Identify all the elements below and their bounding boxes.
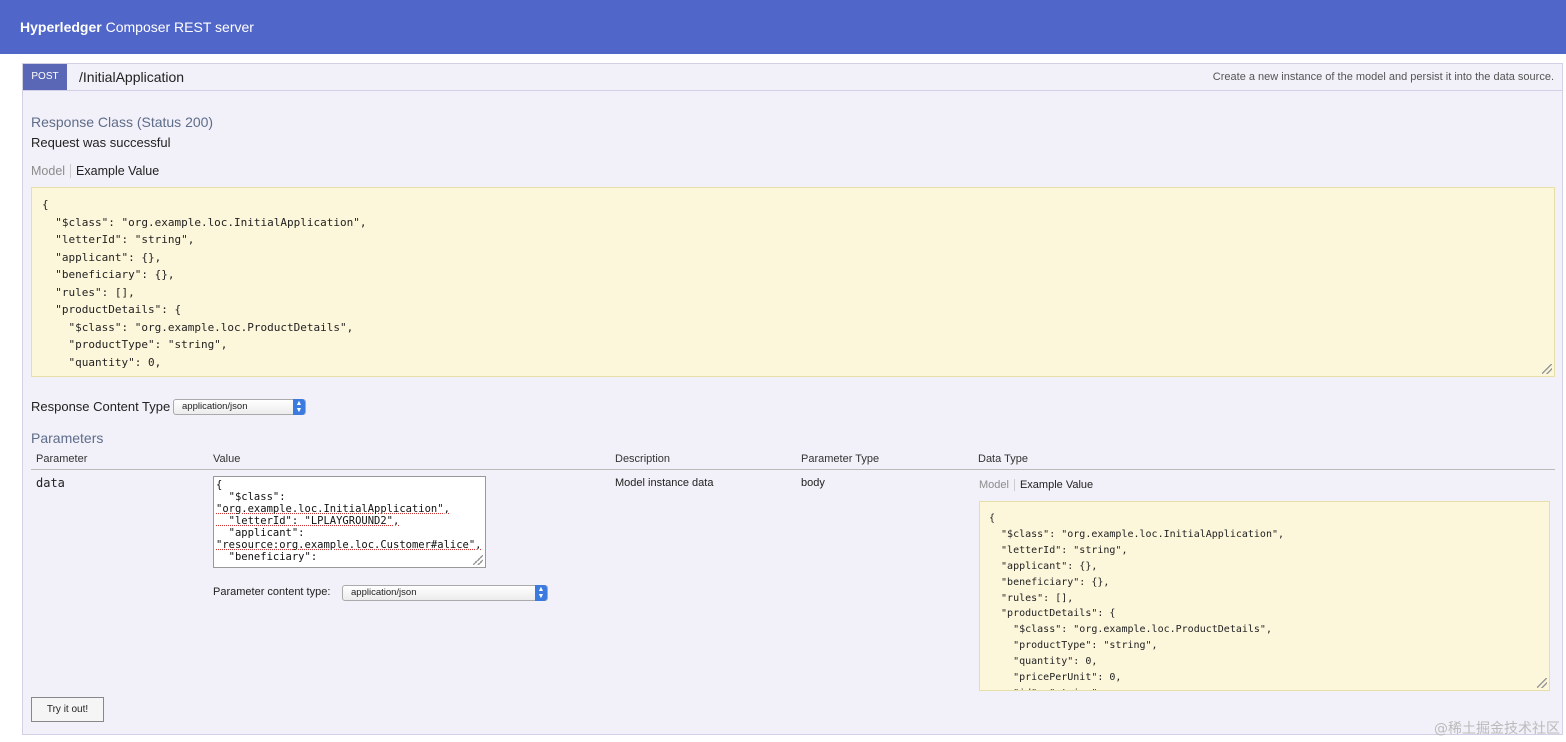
parameter-value-textarea[interactable]: { "$class": "org.example.loc.InitialAppli… (213, 476, 486, 568)
response-tabs: Model Example Value (31, 164, 159, 178)
tab-example-value[interactable]: Example Value (71, 164, 159, 178)
response-class-heading: Response Class (Status 200) (31, 114, 214, 130)
response-message: Request was successful (31, 135, 171, 150)
column-header-parameter: Parameter (36, 453, 88, 465)
column-header-parameter-type: Parameter Type (801, 453, 880, 465)
resize-handle-icon[interactable] (1537, 678, 1547, 688)
parameter-name: data (36, 476, 65, 490)
column-header-description: Description (615, 453, 671, 465)
response-content-type-label: Response Content Type (31, 399, 171, 414)
operation-header[interactable]: POST /InitialApplication Create a new in… (23, 64, 1562, 91)
textarea-resize-icon[interactable] (473, 555, 483, 565)
tab-model[interactable]: Model (979, 479, 1015, 491)
value-line: "beneficiary": (216, 551, 318, 563)
top-header-bar: Hyperledger Composer REST server (0, 0, 1566, 54)
table-header-divider (31, 469, 1555, 470)
data-type-example-value[interactable]: { "$class": "org.example.loc.InitialAppl… (979, 501, 1550, 691)
brand-title-bold: Hyperledger (20, 19, 102, 35)
operation-path[interactable]: /InitialApplication (79, 69, 184, 85)
column-header-value: Value (213, 453, 241, 465)
select-arrows-icon: ▲ ▼ (293, 399, 305, 415)
tab-model[interactable]: Model (31, 164, 72, 178)
response-example-value[interactable]: { "$class": "org.example.loc.InitialAppl… (31, 187, 1555, 377)
value-line: { (216, 479, 223, 491)
watermark: @稀土掘金技术社区 (1434, 721, 1560, 737)
try-it-out-button[interactable]: Try it out! (31, 697, 104, 722)
response-example-code: { "$class": "org.example.loc.InitialAppl… (42, 198, 367, 369)
value-line: "resource:org.example.loc.Customer#alice… (216, 539, 482, 551)
brand-title-rest: Composer REST server (101, 19, 254, 35)
parameter-description: Model instance data (615, 477, 714, 489)
data-type-example-code: { "$class": "org.example.loc.InitialAppl… (989, 513, 1285, 690)
parameters-heading: Parameters (31, 430, 104, 446)
parameter-type: body (801, 477, 825, 489)
value-line: "applicant": (216, 527, 305, 539)
response-content-type-select[interactable]: application/json ▲ ▼ (173, 399, 306, 415)
resize-handle-icon[interactable] (1542, 364, 1552, 374)
response-content-type-value: application/json (182, 401, 248, 412)
tab-example-value[interactable]: Example Value (1015, 479, 1093, 491)
select-arrows-icon: ▲ ▼ (535, 585, 547, 601)
parameter-content-type-value: application/json (351, 587, 417, 598)
value-line: "$class": (216, 491, 286, 503)
column-header-data-type: Data Type (978, 453, 1028, 465)
parameter-content-type-select[interactable]: application/json ▲ ▼ (342, 585, 548, 601)
operation-summary[interactable]: Create a new instance of the model and p… (1213, 71, 1554, 83)
http-method-badge[interactable]: POST (23, 64, 67, 90)
data-type-tabs: Model Example Value (979, 479, 1093, 491)
parameter-content-type-label: Parameter content type: (213, 586, 331, 598)
value-line: "org.example.loc.InitialApplication", (216, 503, 450, 515)
value-line: "letterId": "LPLAYGROUND2", (216, 515, 400, 527)
operation-panel: POST /InitialApplication Create a new in… (22, 63, 1563, 735)
